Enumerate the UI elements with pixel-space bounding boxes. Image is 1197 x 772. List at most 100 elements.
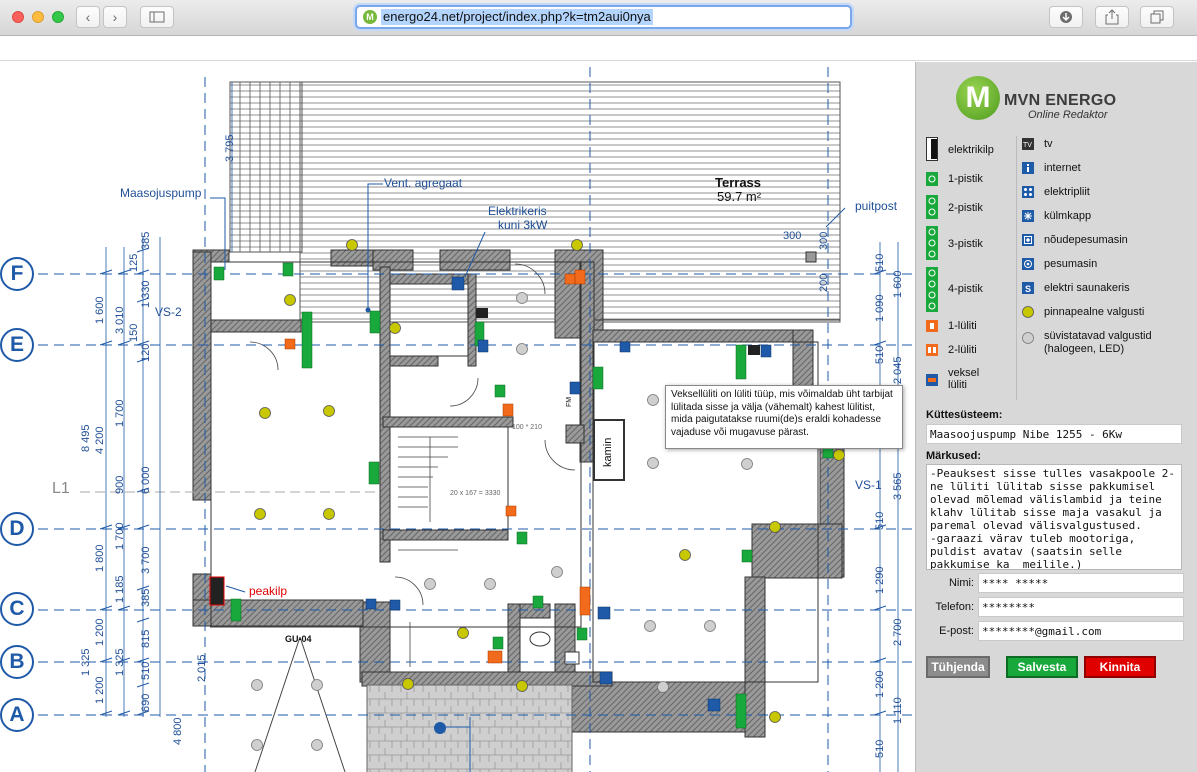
logo-title: MVN ENERGO	[1004, 92, 1117, 109]
legend-label-2-luliti: 2-lüliti	[948, 344, 977, 356]
grid-axis-c: C	[0, 592, 34, 626]
nimi-label: Nimi:	[948, 577, 974, 589]
panel-icon	[926, 137, 938, 161]
sidebar-icon	[149, 11, 165, 23]
dim-815: 815	[140, 629, 152, 648]
dim-1700: 1 700	[114, 399, 126, 427]
dim-385: 385	[140, 231, 152, 250]
dim-120: 120	[140, 343, 152, 362]
dim-r-1600: 1 600	[892, 270, 904, 298]
dim-4200: 4 200	[94, 426, 106, 454]
label-vent: Vent. agregaat	[384, 176, 463, 190]
socket-2-icon	[926, 195, 938, 219]
label-fm: FM	[566, 396, 573, 407]
dim-r-510b: 510	[874, 345, 886, 364]
label-opening: 100 * 210	[512, 424, 542, 431]
back-button[interactable]: ‹	[76, 6, 100, 28]
dim-150: 150	[128, 323, 140, 342]
dim-1800: 1 800	[94, 544, 106, 572]
dim-125: 125	[128, 253, 140, 272]
markused-label: Märkused:	[926, 450, 982, 462]
dim-r-1290: 1 290	[874, 566, 886, 594]
telefon-label: Telefon:	[935, 601, 974, 613]
dim-r-1110: 1 110	[892, 697, 904, 724]
label-elektrikeris: Elektrikeris	[488, 204, 547, 218]
address-bar[interactable]: M energo24.net/project/index.php?k=tm2au…	[355, 5, 852, 29]
dim-900: 900	[114, 475, 126, 494]
dim-4800: 4 800	[172, 717, 184, 745]
kuttesusteem-label: Küttesüsteem:	[926, 409, 1003, 421]
dishwasher-icon	[1022, 234, 1034, 246]
dim-1330: 1 330	[140, 280, 152, 308]
legend-label-kulmkapp: külmkapp	[1044, 210, 1092, 222]
dim-r-510d: 510	[874, 739, 886, 758]
legend-label-noudepesumasin: nõudepesumasin	[1044, 234, 1128, 246]
dim-r-1200: 1 200	[874, 670, 886, 698]
dim-r-510: 510	[874, 253, 886, 272]
dim-3010: 3 010	[114, 306, 126, 334]
label-puitpost: puitpost	[855, 199, 898, 213]
tab-strip	[0, 37, 1197, 61]
save-button[interactable]: Salvesta	[1006, 656, 1078, 678]
label-vs2: VS-2	[155, 305, 182, 319]
mvn-logo-icon: M	[956, 76, 1000, 120]
dim-1200: 1 200	[94, 618, 106, 646]
editor-panel: M MVN ENERGO Online Redaktor elektrikilp…	[915, 62, 1197, 772]
svg-text:S: S	[1025, 284, 1031, 294]
telefon-input[interactable]: ********	[978, 597, 1184, 617]
label-maasojuspump: Maasojuspump	[120, 186, 202, 200]
socket-4-icon	[926, 267, 938, 312]
browser-toolbar: ‹ › M energo24.net/project/index.php?k=t…	[0, 0, 1197, 36]
kuttesusteem-input[interactable]: Maasoojuspump Nibe 1255 - 6Kw	[926, 424, 1182, 444]
markused-textarea[interactable]: -Peauksest sisse tulles vasakpoole 2-ne …	[926, 464, 1182, 570]
recessed-light-icon	[1022, 332, 1034, 344]
forward-button[interactable]: ›	[103, 6, 127, 28]
dim-r-300b: 300	[818, 231, 830, 250]
url-text[interactable]: energo24.net/project/index.php?k=tm2aui0…	[381, 9, 653, 25]
socket-3-icon	[926, 226, 938, 260]
legend-label-veksel: veksel lüliti	[948, 367, 980, 391]
dim-2015: 2 015	[196, 654, 208, 682]
sidebar-button[interactable]	[140, 6, 174, 28]
legend-label-suvistatavad: süvistatavad valgustid (halogeen, LED)	[1044, 330, 1152, 355]
dim-r-2045: 2 045	[892, 356, 904, 384]
switch-2-icon	[926, 344, 938, 356]
dim-1200b: 1 200	[94, 676, 106, 704]
dim-3795: 3 795	[224, 134, 236, 162]
epost-input[interactable]: ********@gmail.com	[978, 621, 1184, 641]
legend-label-pesumasin: pesumasin	[1044, 258, 1098, 270]
veksel-tooltip: Veksellüliti on lüliti tüüp, mis võimald…	[665, 385, 903, 449]
epost-label: E-post:	[939, 625, 974, 637]
minimize-window-button[interactable]	[32, 11, 44, 23]
dim-1600: 1 600	[94, 296, 106, 324]
svg-text:TV: TV	[1023, 142, 1032, 149]
confirm-button[interactable]: Kinnita	[1084, 656, 1156, 678]
dim-r-510c: 510	[874, 511, 886, 530]
dim-1325: 1 325	[80, 648, 92, 676]
tabs-button[interactable]	[1140, 6, 1174, 28]
tv-icon: TV	[1022, 138, 1034, 150]
label-vs1: VS-1	[855, 478, 882, 492]
dim-385b: 385	[140, 588, 152, 607]
grid-axis-f: F	[0, 257, 34, 291]
surface-light-icon	[1022, 306, 1034, 318]
grid-axis-e: E	[0, 328, 34, 362]
dim-r-1090: 1 090	[874, 294, 886, 322]
legend-label-1-luliti: 1-lüliti	[948, 320, 977, 332]
socket-1-icon	[926, 172, 938, 186]
zoom-window-button[interactable]	[52, 11, 64, 23]
clear-button[interactable]: Tühjenda	[926, 656, 990, 678]
floor-plan-canvas[interactable]: F E D C B A Maasojuspump Vent. agregaat …	[0, 62, 915, 772]
logo-subtitle: Online Redaktor	[1028, 109, 1108, 121]
legend-label-internet: internet	[1044, 162, 1081, 174]
nimi-input[interactable]: **** *****	[978, 573, 1184, 593]
legend-label-elektrikilp: elektrikilp	[948, 144, 994, 156]
legend-label-1-pistik: 1-pistik	[948, 173, 983, 185]
switch-1-icon	[926, 320, 938, 332]
share-button[interactable]	[1095, 6, 1129, 28]
dim-1325b: 1 325	[114, 648, 126, 676]
close-window-button[interactable]	[12, 11, 24, 23]
label-terrass-area: 59.7 m²	[717, 189, 762, 204]
downloads-button[interactable]	[1049, 6, 1083, 28]
label-terrass: Terrass	[715, 175, 762, 190]
